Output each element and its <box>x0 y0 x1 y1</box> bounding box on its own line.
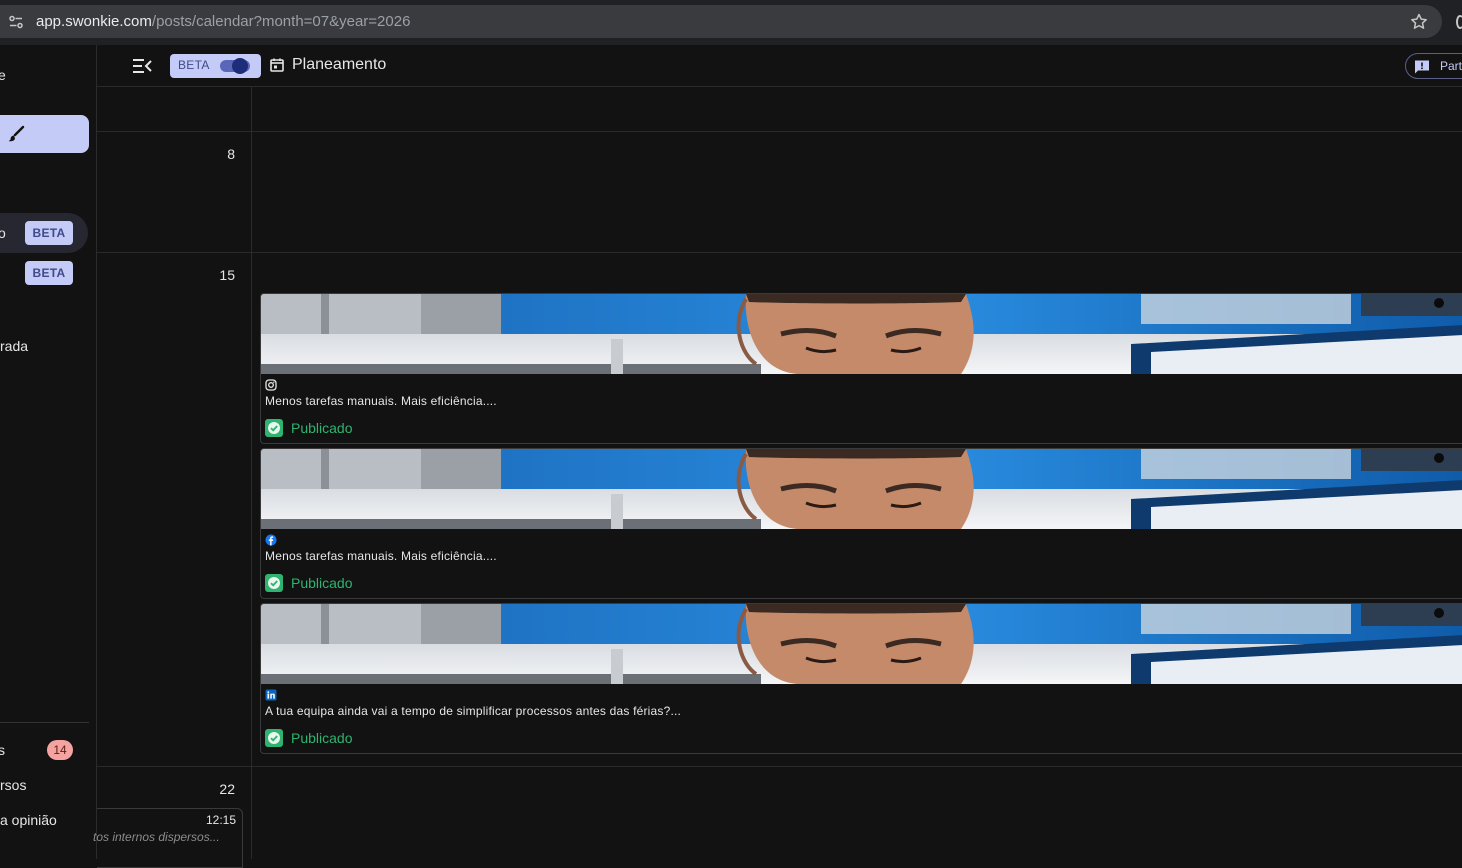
site-info-icon[interactable] <box>8 14 24 30</box>
feedback-button[interactable]: Part <box>1405 53 1462 79</box>
instagram-icon <box>265 379 277 391</box>
notification-count-badge: 14 <box>47 740 73 760</box>
beta-toggle-label: BETA <box>178 58 210 72</box>
calendar-week-row: 8 <box>97 132 1462 253</box>
post-caption: Menos tarefas manuais. Mais eficiência..… <box>265 549 497 563</box>
post-image <box>261 449 1462 529</box>
published-check-icon <box>265 574 283 592</box>
address-bar[interactable]: app.swonkie.com/posts/calendar?month=07&… <box>0 5 1442 38</box>
feedback-label: Part <box>1440 59 1462 73</box>
post-thumbnail <box>261 604 1462 684</box>
beta-badge: BETA <box>25 261 73 285</box>
day-number: 8 <box>227 146 235 162</box>
calendar-icon <box>270 58 284 72</box>
linkedin-icon <box>265 689 277 701</box>
collapse-menu-icon[interactable] <box>132 57 152 75</box>
post-image <box>261 604 1462 684</box>
browser-toolbar: app.swonkie.com/posts/calendar?month=07&… <box>0 0 1462 45</box>
page-header: BETA Planeamento Part <box>97 45 1462 87</box>
week-day-cell[interactable]: 15 <box>97 253 252 766</box>
post-caption: A tua equipa ainda vai a tempo de simpli… <box>265 704 682 718</box>
sidebar-item-label[interactable]: s <box>0 742 5 758</box>
post-card[interactable]: A tua equipa ainda vai a tempo de simpli… <box>260 603 1462 754</box>
calendar-week-row <box>97 87 1462 132</box>
url-text[interactable]: app.swonkie.com/posts/calendar?month=07&… <box>36 13 410 30</box>
post-thumbnail <box>261 449 1462 529</box>
toggle-knob <box>232 58 248 74</box>
page-title: Planeamento <box>292 56 387 73</box>
post-time: 12:15 <box>205 813 236 827</box>
profile-icon[interactable] <box>1456 15 1462 29</box>
beta-toggle[interactable]: BETA <box>170 54 261 78</box>
sidebar-item-label[interactable]: rada <box>0 338 28 354</box>
sidebar: e o BETA BETA rada s 14 rsos a opinião <box>0 45 97 859</box>
create-post-button[interactable] <box>0 115 89 153</box>
day-number: 15 <box>219 267 235 283</box>
week-day-cell[interactable]: 8 <box>97 132 252 252</box>
post-caption: Menos tarefas manuais. Mais eficiência..… <box>265 394 497 408</box>
beta-badge: BETA <box>25 221 73 245</box>
post-status: Publicado <box>291 575 353 591</box>
sidebar-divider <box>0 722 89 723</box>
post-image <box>261 294 1462 374</box>
sidebar-item-label: o <box>0 225 6 241</box>
post-status: Publicado <box>291 420 353 436</box>
url-host: app.swonkie.com <box>36 13 152 30</box>
sidebar-item-label[interactable]: rsos <box>0 777 26 793</box>
feedback-icon <box>1415 60 1429 74</box>
published-check-icon <box>265 729 283 747</box>
post-caption: tos internos dispersos... <box>93 830 220 844</box>
week-day-cell <box>97 87 252 131</box>
day-number: 22 <box>219 781 235 797</box>
post-thumbnail <box>261 294 1462 374</box>
sidebar-item-label[interactable]: a opinião <box>0 812 57 828</box>
facebook-icon <box>265 534 277 546</box>
post-card[interactable]: Menos tarefas manuais. Mais eficiência..… <box>260 293 1462 444</box>
post-card[interactable]: Menos tarefas manuais. Mais eficiência..… <box>260 448 1462 599</box>
sidebar-item-label: e <box>0 67 6 83</box>
post-status: Publicado <box>291 730 353 746</box>
bookmark-star-icon[interactable] <box>1409 12 1429 32</box>
brush-icon <box>8 125 25 142</box>
url-path: /posts/calendar?month=07&year=2026 <box>151 13 411 30</box>
calendar-week-row: 22 <box>97 767 1462 859</box>
published-check-icon <box>265 419 283 437</box>
mini-post-card[interactable]: 12:15 tos internos dispersos... <box>93 808 243 868</box>
